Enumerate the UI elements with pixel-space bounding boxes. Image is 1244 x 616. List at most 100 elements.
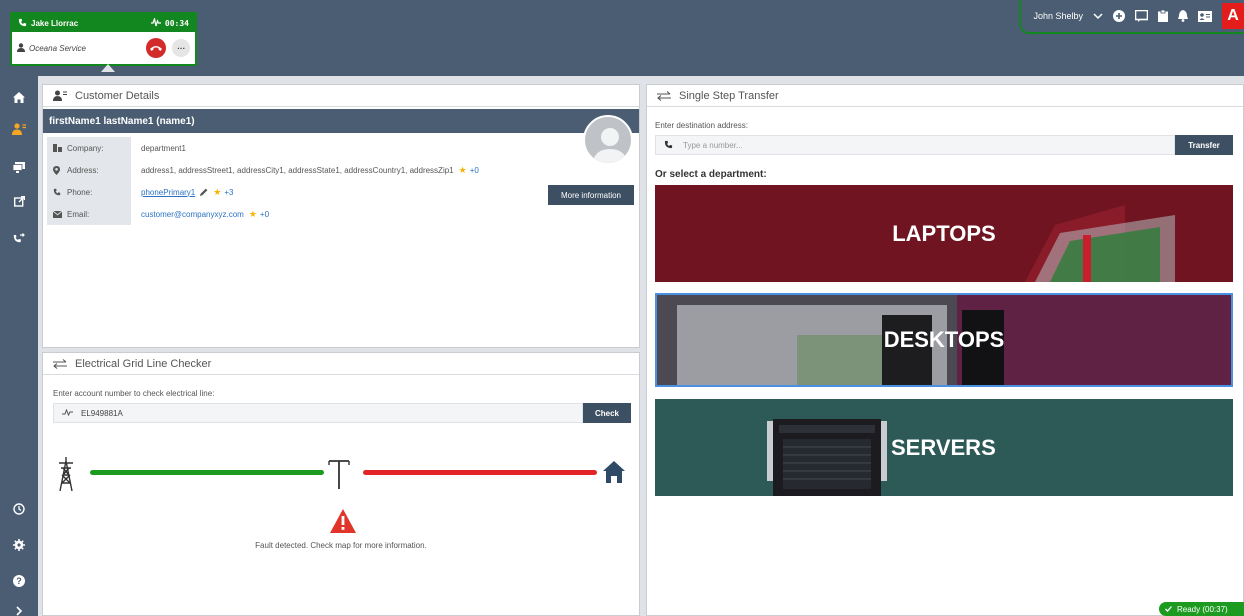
svg-text:?: ? (16, 576, 22, 586)
account-prompt: Enter account number to check electrical… (53, 389, 215, 398)
department-label: DESKTOPS (883, 327, 1005, 352)
panel-title: Customer Details (75, 89, 160, 102)
company-value: department1 (141, 143, 186, 153)
screens-icon[interactable] (0, 152, 38, 182)
contact-card-icon[interactable] (1198, 10, 1212, 22)
single-step-transfer-panel: Single Step Transfer Enter destination a… (646, 84, 1244, 616)
help-icon[interactable]: ? (0, 566, 38, 596)
account-number-input[interactable]: EL949881A (53, 403, 583, 423)
grid-checker-header: Electrical Grid Line Checker (43, 353, 639, 375)
transfer-arrows-icon (657, 90, 671, 101)
department-servers[interactable]: SERVERS (655, 399, 1233, 496)
utility-pole-icon (328, 459, 350, 491)
address-more-link[interactable]: +0 (470, 166, 479, 175)
department-label: SERVERS (891, 434, 996, 460)
star-icon[interactable]: ★ (213, 187, 221, 198)
phone-icon (53, 188, 67, 196)
customer-details-icon[interactable] (0, 114, 38, 144)
waveform-icon (150, 16, 161, 29)
address-value: address1, addressStreet1, addressCity1, … (141, 165, 454, 175)
company-row: Company: department1 (47, 137, 587, 159)
building-icon (53, 144, 67, 152)
department-label: LAPTOPS (892, 220, 996, 246)
power-tower-icon (57, 457, 75, 493)
transfer-header: Single Step Transfer (647, 85, 1243, 107)
call-body: Oceana Service ··· (12, 32, 195, 64)
warning-icon (330, 509, 356, 535)
home-icon[interactable] (0, 82, 38, 112)
address-row: Address: address1, addressStreet1, addre… (47, 159, 587, 181)
house-icon (603, 461, 625, 485)
bell-icon[interactable] (1178, 10, 1188, 22)
destination-placeholder: Type a number... (683, 140, 743, 150)
email-more-link[interactable]: +0 (260, 210, 269, 219)
call-pointer (101, 64, 115, 72)
avatar (583, 115, 633, 165)
address-label: Address: (67, 165, 99, 175)
phone-icon (18, 18, 27, 29)
company-label: Company: (67, 143, 104, 153)
call-timer: 00:34 (164, 18, 189, 28)
phone-label-cell: Phone: (47, 181, 131, 203)
pulse-icon (62, 408, 73, 418)
clipboard-icon[interactable] (1158, 10, 1168, 22)
adobe-logo-icon[interactable]: A (1222, 3, 1244, 29)
panel-title: Electrical Grid Line Checker (75, 357, 212, 370)
location-pin-icon (53, 165, 67, 175)
customer-details-header: Customer Details (43, 85, 639, 107)
destination-input[interactable]: Type a number... (655, 135, 1175, 155)
check-button[interactable]: Check (583, 403, 631, 423)
star-icon[interactable]: ★ (459, 165, 467, 176)
hangup-button[interactable] (146, 38, 166, 58)
email-label-cell: Email: (47, 203, 131, 225)
transfer-button[interactable]: Transfer (1175, 135, 1233, 155)
grid-line-checker-panel: Electrical Grid Line Checker Enter accou… (42, 352, 640, 616)
email-label: Email: (67, 209, 90, 219)
service-name: Oceana Service (29, 43, 86, 53)
customer-icon (53, 90, 67, 101)
external-link-icon[interactable] (0, 186, 38, 216)
chevron-right-icon[interactable] (0, 596, 38, 616)
customer-info-table: Company: department1 Address: address1, … (47, 137, 587, 225)
ready-status-badge[interactable]: Ready (00:37) (1159, 602, 1244, 616)
call-more-button[interactable]: ··· (172, 39, 190, 57)
more-information-button[interactable]: More information (548, 185, 634, 205)
phone-link[interactable]: phonePrimary1 (141, 188, 195, 197)
gear-icon[interactable] (0, 530, 38, 560)
email-link[interactable]: customer@companyxyz.com (141, 210, 244, 219)
chevron-down-icon[interactable] (1093, 12, 1103, 20)
email-row: Email: customer@companyxyz.com ★ +0 (47, 203, 587, 225)
top-bar: Jake Llorrac 00:34 Oceana Service ··· Jo… (0, 0, 1244, 76)
add-circle-icon[interactable] (1113, 10, 1125, 22)
customer-details-panel: Customer Details firstName1 lastName1 (n… (42, 84, 640, 348)
active-call-widget: Jake Llorrac 00:34 Oceana Service ··· (10, 12, 197, 66)
phone-more-link[interactable]: +3 (224, 188, 233, 197)
department-desktops[interactable]: DESKTOPS (655, 293, 1233, 387)
panel-title: Single Step Transfer (679, 89, 779, 102)
department-laptops[interactable]: LAPTOPS (655, 185, 1233, 282)
grid-line-healthy (90, 470, 324, 475)
transfer-arrows-icon (53, 358, 67, 369)
person-icon (17, 42, 25, 54)
caller-name: Jake Llorrac (31, 18, 79, 28)
address-label-cell: Address: (47, 159, 131, 181)
chat-icon[interactable] (1135, 10, 1148, 22)
star-icon[interactable]: ★ (249, 209, 257, 220)
hangup-icon (150, 45, 162, 51)
edit-pencil-icon[interactable] (200, 188, 208, 196)
call-header: Jake Llorrac 00:34 (12, 14, 195, 32)
user-menu[interactable]: John Shelby (1033, 11, 1083, 21)
transfer-phone-icon[interactable] (0, 222, 38, 252)
account-number-value: EL949881A (81, 408, 123, 418)
checkmark-icon (1165, 606, 1172, 612)
company-label-cell: Company: (47, 137, 131, 159)
phone-label: Phone: (67, 187, 93, 197)
history-icon[interactable] (0, 494, 38, 524)
phone-row: Phone: phonePrimary1 ★ +3 (47, 181, 587, 203)
ready-status-text: Ready (00:37) (1177, 604, 1228, 614)
grid-line-fault (363, 470, 597, 475)
fault-message: Fault detected. Check map for more infor… (255, 541, 427, 550)
phone-icon (664, 140, 673, 151)
user-toolbar: John Shelby A (1019, 0, 1244, 34)
left-nav: ? (0, 76, 38, 616)
